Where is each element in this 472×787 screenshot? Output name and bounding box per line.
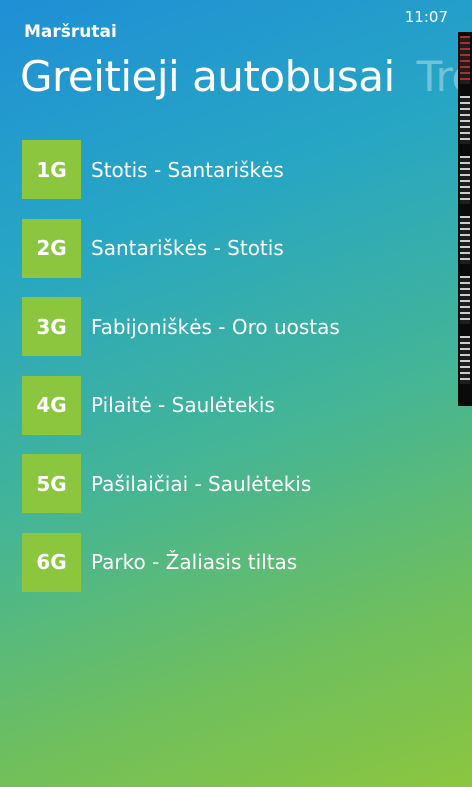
side-strip xyxy=(458,32,472,406)
route-badge: 5G xyxy=(22,454,81,513)
route-row-1g[interactable]: 1G Stotis - Santariškės xyxy=(22,140,442,199)
strip-glyph-icon xyxy=(460,156,470,204)
route-name: Pilaitė - Saulėtekis xyxy=(91,393,275,417)
strip-glyph-icon xyxy=(460,336,470,384)
route-list: 1G Stotis - Santariškės 2G Santariškės -… xyxy=(22,140,442,611)
strip-glyph-icon xyxy=(460,276,470,324)
route-name: Santariškės - Stotis xyxy=(91,236,284,260)
route-badge: 1G xyxy=(22,140,81,199)
route-row-5g[interactable]: 5G Pašilaičiai - Saulėtekis xyxy=(22,454,442,513)
app-title: Maršrutai xyxy=(24,22,117,42)
route-row-2g[interactable]: 2G Santariškės - Stotis xyxy=(22,218,442,278)
route-name: Pašilaičiai - Saulėtekis xyxy=(91,471,312,496)
strip-glyph-icon xyxy=(460,216,470,264)
pivot-item-greitieji-autobusai[interactable]: Greitieji autobusai xyxy=(20,50,395,104)
pivot-header: Greitieji autobusai Tro xyxy=(20,50,472,110)
route-badge: 6G xyxy=(22,532,81,592)
route-badge: 2G xyxy=(22,218,81,278)
strip-glyph-icon xyxy=(460,36,470,84)
route-name: Parko - Žaliasis tiltas xyxy=(91,550,298,574)
route-name: Stotis - Santariškės xyxy=(91,157,284,182)
route-badge: 4G xyxy=(22,375,81,435)
route-row-4g[interactable]: 4G Pilaitė - Saulėtekis xyxy=(22,375,442,435)
route-row-3g[interactable]: 3G Fabijoniškės - Oro uostas xyxy=(22,297,442,356)
clock: 11:07 xyxy=(404,8,448,26)
strip-glyph-icon xyxy=(460,96,470,144)
route-name: Fabijoniškės - Oro uostas xyxy=(91,314,340,339)
route-row-6g[interactable]: 6G Parko - Žaliasis tiltas xyxy=(22,532,442,592)
route-badge: 3G xyxy=(22,297,81,356)
